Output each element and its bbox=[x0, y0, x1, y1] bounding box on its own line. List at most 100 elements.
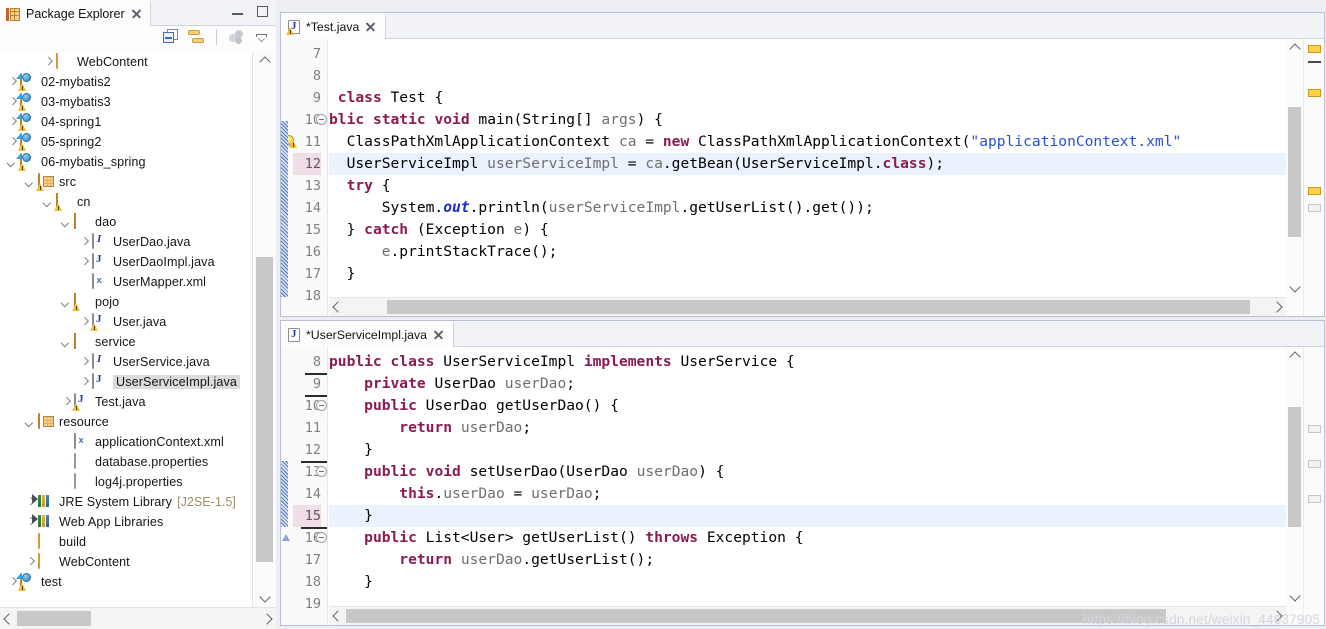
tree-item-05-spring2[interactable]: 05-spring2 bbox=[0, 132, 252, 152]
editor-bottom-vertical-scrollbar[interactable] bbox=[1286, 347, 1303, 625]
tree-item-web-app-libraries[interactable]: Web App Libraries bbox=[0, 512, 252, 532]
fold-toggle-icon[interactable] bbox=[316, 114, 327, 125]
scroll-down-icon[interactable] bbox=[1286, 280, 1303, 297]
editor-bottom-hscrollbar-thumb[interactable] bbox=[346, 609, 1166, 623]
code-line[interactable]: } catch (Exception e) { bbox=[329, 219, 549, 241]
tree-item-jre-system-library[interactable]: JRE System Library [J2SE-1.5] bbox=[0, 492, 252, 512]
tree-item-userservice-java[interactable]: UserService.java bbox=[0, 352, 252, 372]
close-icon[interactable] bbox=[364, 21, 376, 33]
overview-marker-info[interactable] bbox=[1308, 204, 1321, 212]
tree-item-03-mybatis3[interactable]: 03-mybatis3 bbox=[0, 92, 252, 112]
tab-userserviceimpl-java[interactable]: J *UserServiceImpl.java bbox=[281, 321, 454, 347]
tree-item-pojo[interactable]: pojo bbox=[0, 292, 252, 312]
view-menu-chevron-icon[interactable] bbox=[254, 29, 270, 45]
code-line[interactable]: return userDao; bbox=[329, 417, 531, 439]
focus-task-icon[interactable] bbox=[228, 29, 245, 45]
overview-marker-info[interactable] bbox=[1308, 495, 1321, 503]
code-line[interactable]: System.out.println(userServiceImpl.getUs… bbox=[329, 197, 874, 219]
tree-item-userserviceimpl-java[interactable]: UserServiceImpl.java bbox=[0, 372, 252, 392]
code-line[interactable]: this.userDao = userDao; bbox=[329, 483, 601, 505]
overview-marker-warning[interactable] bbox=[1308, 89, 1321, 97]
code-line[interactable]: public void setUserDao(UserDao userDao) … bbox=[329, 461, 724, 483]
editor-top-horizontal-scrollbar[interactable] bbox=[329, 297, 1286, 316]
collapse-arrow-icon[interactable] bbox=[58, 214, 74, 230]
scroll-left-icon[interactable] bbox=[329, 607, 346, 625]
fold-toggle-icon[interactable] bbox=[316, 400, 327, 411]
overview-marker-info[interactable] bbox=[1308, 460, 1321, 468]
editor-top-body[interactable]: 7 8 9 10 11 12 13 14 15 16 17 18 class Test {blic s… bbox=[281, 39, 1324, 316]
editor-bottom-horizontal-scrollbar[interactable] bbox=[329, 606, 1286, 625]
overview-marker-info[interactable] bbox=[1308, 425, 1321, 433]
fold-toggle-icon[interactable] bbox=[316, 466, 327, 477]
close-icon[interactable] bbox=[432, 329, 444, 341]
maximize-icon[interactable] bbox=[255, 4, 270, 19]
editor-bottom-body[interactable]: 8 9 10 11 12 13 14 15 16 17 18 19 public class User… bbox=[281, 347, 1324, 625]
editor-top-code[interactable]: class Test {blic static void main(String… bbox=[329, 39, 1324, 316]
tree-item-dao[interactable]: dao bbox=[0, 212, 252, 232]
scroll-left-icon[interactable] bbox=[0, 608, 17, 629]
expand-arrow-icon[interactable] bbox=[22, 554, 38, 570]
tree-item-service[interactable]: service bbox=[0, 332, 252, 352]
code-line[interactable]: e.printStackTrace(); bbox=[329, 241, 558, 263]
expand-arrow-icon[interactable] bbox=[76, 354, 92, 370]
tree-item-resource[interactable]: resource bbox=[0, 412, 252, 432]
scroll-right-icon[interactable] bbox=[259, 608, 276, 629]
overview-marker-warning[interactable] bbox=[1308, 187, 1321, 195]
scroll-up-icon[interactable] bbox=[253, 52, 276, 69]
scroll-down-icon[interactable] bbox=[1286, 589, 1303, 606]
code-line[interactable]: try { bbox=[329, 175, 391, 197]
code-line[interactable]: } bbox=[329, 439, 373, 461]
link-with-editor-icon[interactable] bbox=[188, 29, 205, 45]
tree-item-log4j-properties[interactable]: log4j.properties bbox=[0, 472, 252, 492]
tree-item-database-properties[interactable]: database.properties bbox=[0, 452, 252, 472]
code-line[interactable]: } bbox=[329, 263, 356, 285]
tree-item-src[interactable]: src bbox=[0, 172, 252, 192]
tree-item-02-mybatis2[interactable]: 02-mybatis2 bbox=[0, 72, 252, 92]
code-line[interactable]: private UserDao userDao; bbox=[329, 373, 575, 395]
scroll-right-icon[interactable] bbox=[1269, 607, 1286, 625]
code-line[interactable]: public UserDao getUserDao() { bbox=[329, 395, 619, 417]
tab-test-java[interactable]: J *Test.java bbox=[281, 13, 387, 39]
tree-item-userdao-java[interactable]: UserDao.java bbox=[0, 232, 252, 252]
editor-top-scrollbar-thumb[interactable] bbox=[1288, 107, 1301, 237]
tree-hscrollbar-thumb[interactable] bbox=[17, 611, 91, 626]
tree-item-test-java[interactable]: Test.java bbox=[0, 392, 252, 412]
overview-marker-warning[interactable] bbox=[1308, 45, 1321, 53]
editor-bottom-code[interactable]: public class UserServiceImpl implements … bbox=[329, 347, 1324, 625]
tree-item-userdaoimpl-java[interactable]: UserDaoImpl.java bbox=[0, 252, 252, 272]
tree-item-webcontent[interactable]: WebContent bbox=[0, 552, 252, 572]
scroll-up-icon[interactable] bbox=[1286, 39, 1303, 56]
expand-arrow-icon[interactable] bbox=[76, 374, 92, 390]
code-line[interactable]: } bbox=[329, 571, 373, 593]
tree-item-webcontent[interactable]: WebContent bbox=[0, 52, 252, 72]
tree-item-usermapper-xml[interactable]: UserMapper.xml bbox=[0, 272, 252, 292]
code-line[interactable]: public class UserServiceImpl implements … bbox=[329, 351, 795, 373]
tree-vertical-scrollbar[interactable] bbox=[252, 52, 276, 607]
code-line[interactable]: UserServiceImpl userServiceImpl = ca.get… bbox=[329, 153, 945, 175]
expand-arrow-icon[interactable] bbox=[76, 254, 92, 270]
expand-arrow-icon[interactable] bbox=[76, 234, 92, 250]
editor-bottom-overview-ruler[interactable] bbox=[1303, 347, 1324, 625]
editor-top-vertical-scrollbar[interactable] bbox=[1286, 39, 1303, 316]
tree-item-user-java[interactable]: User.java bbox=[0, 312, 252, 332]
code-line[interactable]: } bbox=[329, 505, 373, 527]
editor-bottom-scrollbar-thumb[interactable] bbox=[1288, 407, 1301, 527]
editor-top-hscrollbar-thumb[interactable] bbox=[387, 300, 1250, 314]
collapse-arrow-icon[interactable] bbox=[22, 414, 38, 430]
tree-item-build[interactable]: build bbox=[0, 532, 252, 552]
tree-item-06-mybatis-spring[interactable]: 06-mybatis_spring bbox=[0, 152, 252, 172]
expand-arrow-icon[interactable] bbox=[40, 54, 56, 70]
fold-toggle-icon[interactable] bbox=[316, 532, 327, 543]
tree-item-test[interactable]: test bbox=[0, 572, 252, 592]
scroll-right-icon[interactable] bbox=[1269, 298, 1286, 316]
code-line[interactable]: public List<User> getUserList() throws E… bbox=[329, 527, 803, 549]
tab-package-explorer[interactable]: Package Explorer bbox=[0, 0, 151, 26]
tree-horizontal-scrollbar[interactable] bbox=[0, 607, 276, 629]
code-line[interactable]: blic static void main(String[] args) { bbox=[329, 109, 663, 131]
code-line[interactable]: ClassPathXmlApplicationContext ca = new … bbox=[329, 131, 1182, 153]
minimize-icon[interactable] bbox=[230, 4, 245, 19]
collapse-all-icon[interactable] bbox=[163, 29, 179, 45]
tree-scrollbar-thumb[interactable] bbox=[256, 257, 273, 562]
scroll-down-icon[interactable] bbox=[253, 590, 276, 607]
tree-item-04-spring1[interactable]: 04-spring1 bbox=[0, 112, 252, 132]
